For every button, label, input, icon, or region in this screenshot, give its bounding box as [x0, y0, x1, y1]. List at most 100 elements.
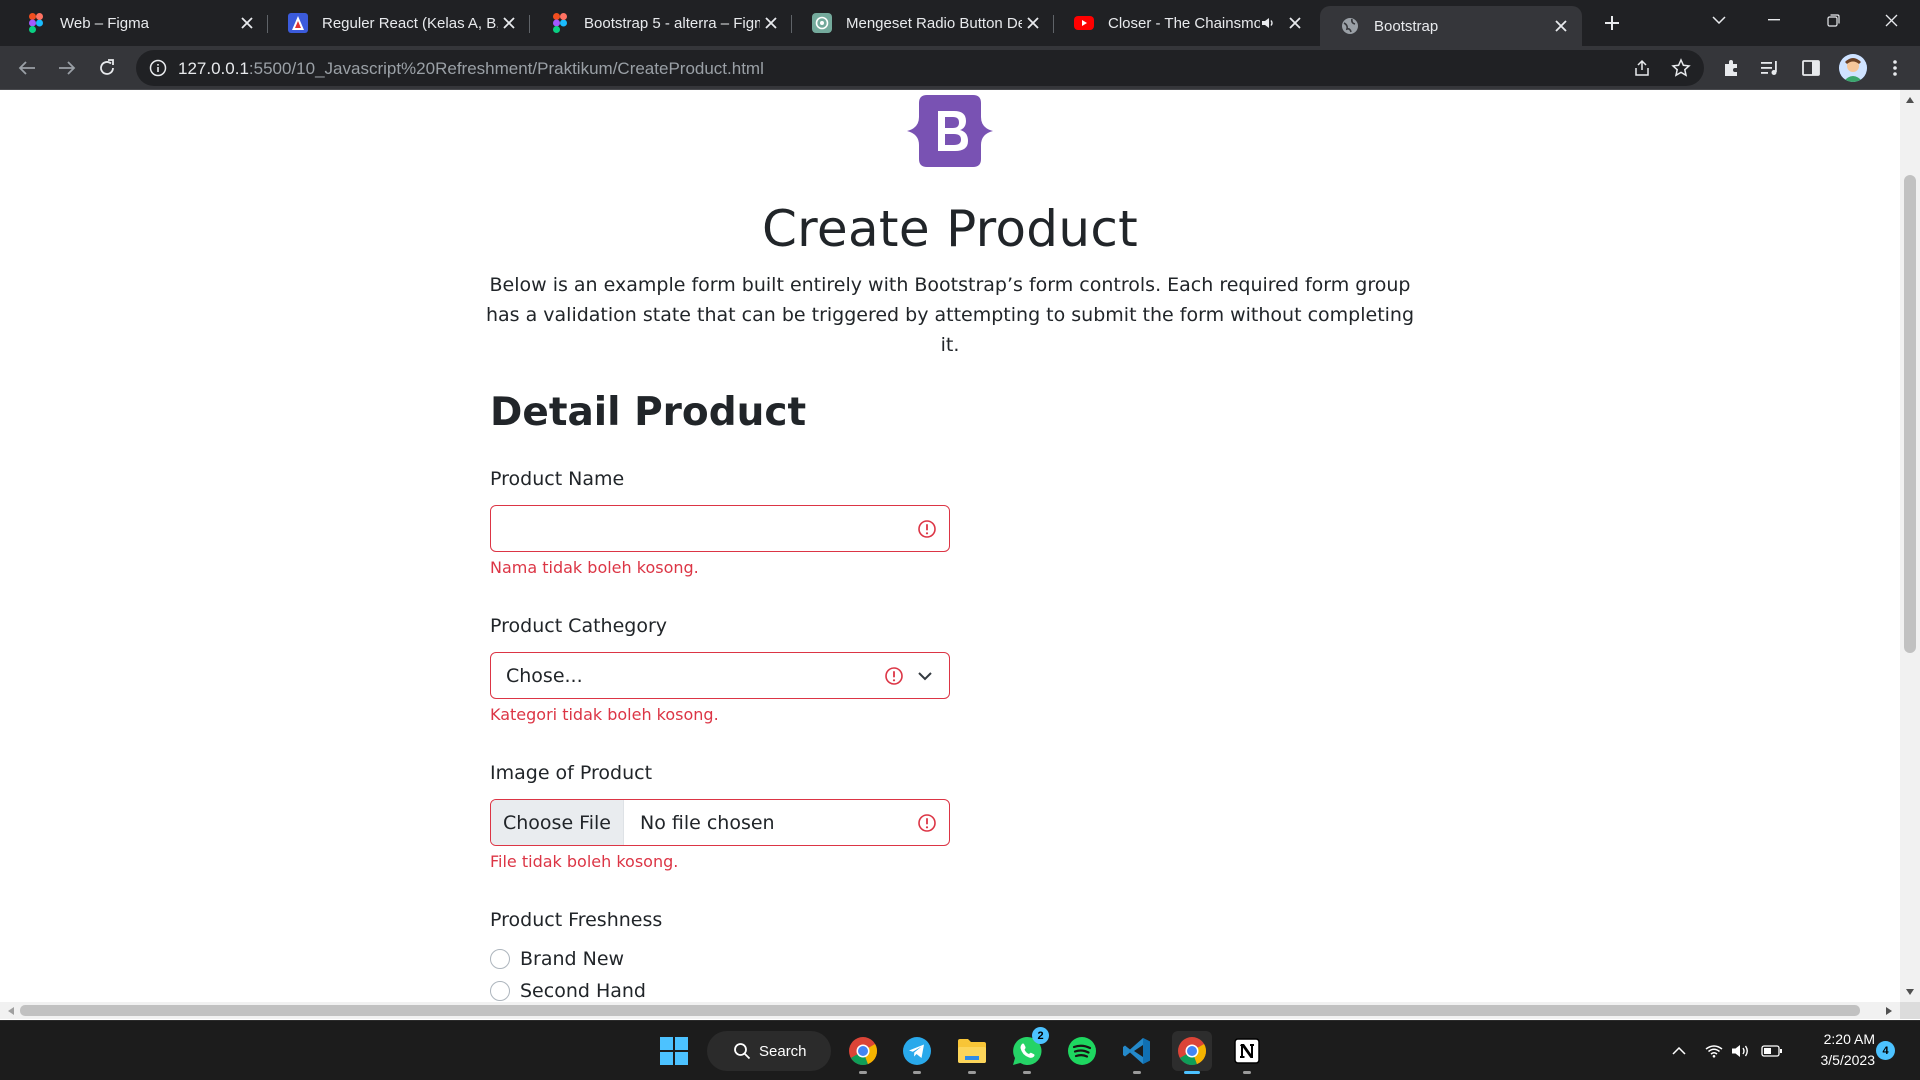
running-indicator — [859, 1071, 867, 1074]
vertical-scroll-thumb[interactable] — [1904, 175, 1916, 653]
taskbar-vscode[interactable] — [1117, 1031, 1157, 1074]
youtube-icon — [1074, 13, 1094, 33]
chrome-icon — [849, 1037, 877, 1066]
info-icon[interactable] — [148, 58, 168, 78]
whatsapp-badge: 2 — [1032, 1027, 1049, 1044]
tab-figma-web[interactable]: Web – Figma — [6, 6, 268, 40]
restore-icon — [1826, 13, 1840, 27]
url-host: 127.0.0.1 — [178, 59, 249, 78]
product-category-value: Chose... — [506, 665, 583, 687]
extensions-button[interactable] — [1716, 53, 1746, 83]
scroll-down-arrow-icon[interactable] — [1900, 984, 1920, 1000]
profile-avatar[interactable] — [1839, 54, 1867, 82]
tab-title: Reguler React (Kelas A, B, dan — [322, 14, 498, 32]
product-category-select[interactable]: Chose... — [490, 652, 950, 699]
share-icon — [1635, 59, 1649, 76]
notification-count-badge[interactable]: 4 — [1876, 1041, 1895, 1060]
product-name-label: Product Name — [490, 468, 625, 490]
radio-label: Second Hand — [520, 980, 646, 1002]
share-button[interactable] — [1630, 56, 1654, 80]
globe-icon — [1340, 16, 1360, 36]
start-button[interactable] — [654, 1031, 694, 1071]
tab-chatgpt[interactable]: Mengeset Radio Button Deng — [792, 6, 1054, 40]
volume-status[interactable] — [1729, 1039, 1753, 1063]
tab-search-button[interactable] — [1692, 0, 1746, 40]
more-vertical-icon — [1893, 60, 1897, 76]
tab-youtube[interactable]: Closer - The Chainsmokers — [1054, 6, 1316, 40]
horizontal-scroll-thumb[interactable] — [20, 1005, 1860, 1016]
new-tab-button[interactable] — [1597, 8, 1627, 38]
battery-icon — [1761, 1045, 1782, 1057]
close-icon[interactable] — [1284, 12, 1306, 34]
media-control-button[interactable] — [1756, 53, 1786, 83]
running-indicator — [1243, 1071, 1251, 1074]
horizontal-scrollbar[interactable] — [0, 1002, 1900, 1019]
forward-button[interactable] — [52, 53, 82, 83]
side-panel-button[interactable] — [1796, 53, 1826, 83]
wifi-status[interactable] — [1702, 1039, 1726, 1063]
bookmark-button[interactable] — [1669, 56, 1693, 80]
address-bar[interactable]: 127.0.0.1:5500/10_Javascript%20Refreshme… — [136, 50, 1704, 86]
taskbar-chrome[interactable] — [843, 1031, 883, 1074]
tab-bootstrap-active[interactable]: Bootstrap — [1320, 6, 1582, 46]
choose-file-button[interactable]: Choose File — [491, 800, 624, 845]
close-window-button[interactable] — [1864, 0, 1918, 40]
figma-icon — [26, 13, 46, 33]
product-name-input[interactable] — [490, 505, 950, 552]
windows-taskbar: Search 2 2:20 AM 3/5/2023 4 — [0, 1020, 1920, 1080]
radio-second-hand[interactable]: Second Hand — [490, 980, 646, 1002]
figma-icon — [550, 13, 570, 33]
tab-reguler-react[interactable]: Reguler React (Kelas A, B, dan — [268, 6, 530, 40]
taskbar-search[interactable]: Search — [707, 1031, 831, 1071]
running-indicator — [1133, 1071, 1141, 1074]
close-icon[interactable] — [498, 12, 520, 34]
scroll-up-arrow-icon[interactable] — [1900, 92, 1920, 108]
clock-date: 3/5/2023 — [1820, 1052, 1876, 1068]
chatgpt-icon — [812, 13, 832, 33]
radio-circle[interactable] — [490, 949, 510, 969]
minimize-icon — [1768, 19, 1780, 21]
scroll-right-arrow-icon[interactable] — [1880, 1002, 1898, 1019]
page-title: Create Product — [761, 200, 1139, 258]
telegram-icon — [903, 1037, 931, 1065]
spotify-icon — [1068, 1037, 1096, 1065]
taskbar-chrome-active[interactable] — [1172, 1031, 1212, 1074]
running-indicator — [1023, 1071, 1031, 1074]
radio-circle[interactable] — [490, 981, 510, 1001]
product-category-label: Product Cathegory — [490, 615, 668, 637]
taskbar-whatsapp[interactable]: 2 — [1007, 1027, 1049, 1074]
tray-overflow-button[interactable] — [1667, 1039, 1691, 1063]
close-icon[interactable] — [236, 12, 258, 34]
close-icon[interactable] — [1022, 12, 1044, 34]
product-image-file-input[interactable]: Choose File No file chosen — [490, 799, 950, 846]
close-icon[interactable] — [1550, 15, 1572, 37]
minimize-button[interactable] — [1747, 0, 1801, 40]
vertical-scrollbar[interactable] — [1900, 90, 1920, 1002]
browser-toolbar: 127.0.0.1:5500/10_Javascript%20Refreshme… — [0, 46, 1920, 90]
invalid-icon — [918, 520, 936, 538]
close-icon[interactable] — [760, 12, 782, 34]
taskbar-telegram[interactable] — [897, 1031, 937, 1074]
restore-button[interactable] — [1806, 0, 1860, 40]
system-clock[interactable]: 2:20 AM 3/5/2023 — [1795, 1029, 1876, 1071]
running-indicator — [1184, 1071, 1200, 1074]
wifi-icon — [1705, 1045, 1723, 1058]
taskbar-notion[interactable] — [1227, 1031, 1267, 1074]
taskbar-spotify[interactable] — [1062, 1031, 1102, 1071]
chrome-menu-button[interactable] — [1880, 53, 1910, 83]
taskbar-file-explorer[interactable] — [952, 1031, 992, 1074]
reload-button[interactable] — [92, 53, 122, 83]
tab-bootstrap-figma[interactable]: Bootstrap 5 - alterra – Figma — [530, 6, 792, 40]
folder-icon — [958, 1039, 986, 1063]
alterra-icon — [288, 13, 308, 33]
product-freshness-label: Product Freshness — [490, 909, 663, 931]
url-text[interactable]: 127.0.0.1:5500/10_Javascript%20Refreshme… — [178, 59, 764, 79]
back-button[interactable] — [12, 53, 42, 83]
battery-status[interactable] — [1760, 1039, 1784, 1063]
radio-brand-new[interactable]: Brand New — [490, 948, 624, 970]
running-indicator — [913, 1071, 921, 1074]
url-path: :5500/10_Javascript%20Refreshment/Prakti… — [248, 59, 764, 78]
chevron-down-icon — [1712, 16, 1726, 24]
speaker-icon[interactable] — [1260, 15, 1276, 31]
scroll-left-arrow-icon[interactable] — [2, 1002, 20, 1019]
